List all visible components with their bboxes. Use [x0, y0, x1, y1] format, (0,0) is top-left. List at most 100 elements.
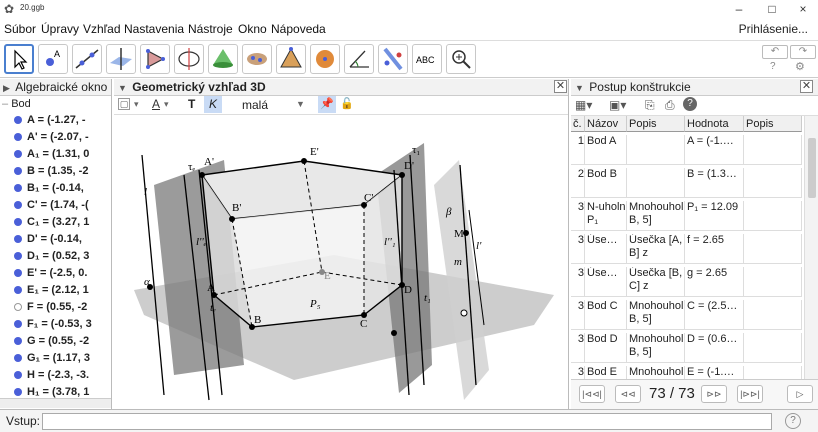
point-b-prime[interactable] [229, 216, 235, 222]
visibility-toggle-icon[interactable] [14, 269, 22, 278]
algebra-item[interactable]: A = (-1.27, - [4, 114, 111, 130]
protocol-scrollbar[interactable] [804, 116, 818, 379]
close-window-button[interactable]: × [788, 0, 818, 18]
collapse-triangle-icon[interactable]: ▶ [3, 83, 10, 93]
collapse-triangle-icon[interactable]: ▼ [575, 83, 584, 93]
protocol-header[interactable]: ▼ Postup konštrukcie [571, 79, 818, 96]
dropdown-arrow-icon[interactable]: ▼ [296, 99, 305, 109]
visibility-toggle-icon[interactable] [14, 184, 22, 193]
zoom-tool-button[interactable] [446, 44, 476, 74]
table-row[interactable]: 3 Bod D Mnohouhol B, 5] D = (0.6… [571, 330, 802, 363]
point-tool-button[interactable]: A [38, 44, 68, 74]
algebra-item[interactable]: F₁ = (-0.53, 3 [4, 318, 111, 334]
point-f[interactable] [460, 309, 468, 317]
menu-file[interactable]: Súbor [4, 22, 36, 36]
point-d-prime[interactable] [399, 172, 405, 178]
col-header-value[interactable]: Hodnota [685, 116, 744, 132]
col-header-name[interactable]: Názov [585, 116, 627, 132]
table-row[interactable]: 3 N-uholn P₁ Mnohouhol B, 5] P₁ = 12.09 [571, 198, 802, 231]
menu-settings[interactable]: Nastavenia [124, 22, 184, 36]
algebra-item[interactable]: B = (1.35, -2 [4, 165, 111, 181]
visibility-toggle-icon[interactable] [14, 371, 22, 380]
print-icon[interactable]: ⎙ [665, 98, 675, 113]
reflect-tool-button[interactable] [378, 44, 408, 74]
algebra-header[interactable]: ▶ Algebraické okno [0, 79, 111, 96]
visibility-toggle-icon[interactable] [14, 286, 22, 295]
sphere-tool-button[interactable] [310, 44, 340, 74]
help-icon[interactable]: ? [770, 61, 776, 72]
visibility-toggle-icon[interactable] [14, 167, 22, 176]
visibility-toggle-icon[interactable] [14, 218, 22, 227]
graphics-3d-view[interactable]: ▼ Geometrický vzhľad 3D ✕ ▢ ▾ A ▾ T K ma… [114, 79, 569, 409]
visibility-toggle-icon[interactable] [14, 354, 22, 363]
algebra-item[interactable]: E' = (-2.5, 0. [4, 267, 111, 283]
conic-tool-button[interactable] [242, 44, 272, 74]
algebra-item[interactable]: D' = (-0.14, [4, 233, 111, 249]
previous-step-button[interactable]: ⊲⊲ [615, 385, 641, 403]
next-step-button[interactable]: ⊳⊳ [701, 385, 727, 403]
sign-in-link[interactable]: Prihlásenie... [739, 22, 808, 36]
algebra-item[interactable]: E₁ = (2.12, 1 [4, 284, 111, 300]
visibility-toggle-icon[interactable] [14, 133, 22, 142]
visibility-toggle-icon[interactable] [14, 320, 22, 329]
italic-button[interactable]: K [204, 96, 222, 113]
algebra-item[interactable]: G₁ = (1.17, 3 [4, 352, 111, 368]
text-tool-button[interactable]: ABC [412, 44, 442, 74]
menu-edit[interactable]: Úpravy [41, 22, 79, 36]
algebra-item[interactable]: H = (-2.3, -3. [4, 369, 111, 385]
visibility-toggle-icon[interactable] [14, 303, 22, 312]
close-protocol-button[interactable]: ✕ [800, 80, 813, 93]
dropdown-arrow-icon[interactable]: ▾ [164, 99, 169, 110]
table-row[interactable]: 2 Bod B B = (1.3… [571, 165, 802, 198]
table-row[interactable]: 3 Úse… Úsečka [A, B] zf = 2.65 [571, 231, 802, 264]
pyramid-tool-button[interactable] [276, 44, 306, 74]
visibility-toggle-icon[interactable] [14, 252, 22, 261]
menu-tools[interactable]: Nástroje [188, 22, 233, 36]
visibility-toggle-icon[interactable] [14, 388, 22, 397]
col-header-n[interactable]: č. [571, 116, 585, 132]
point-e-prime[interactable] [301, 158, 307, 164]
collapse-triangle-icon[interactable]: ▼ [118, 83, 127, 93]
gear-icon[interactable]: ⚙ [795, 60, 805, 73]
visibility-toggle-icon[interactable] [14, 116, 22, 125]
menu-window[interactable]: Okno [238, 22, 267, 36]
col-header-desc[interactable]: Popis [627, 116, 685, 132]
algebra-item[interactable]: G = (0.55, -2 [4, 335, 111, 351]
visibility-toggle-icon[interactable] [14, 337, 22, 346]
algebra-item[interactable]: A₁ = (1.31, 0 [4, 148, 111, 164]
options-icon[interactable]: ▣▾ [609, 98, 626, 112]
play-button[interactable]: ▷ [787, 385, 813, 403]
input-field[interactable] [42, 413, 772, 430]
redo-button[interactable]: ↷ [790, 45, 816, 59]
menu-view[interactable]: Vzhľad [83, 22, 121, 36]
last-step-button[interactable]: |⊳⊳| [737, 385, 763, 403]
angle-tool-button[interactable] [344, 44, 374, 74]
scene-canvas[interactable]: τₑ A' B' E' C' D' τ₁ A B C D E P₅ α β M … [114, 115, 569, 409]
bold-button[interactable]: T [188, 97, 195, 111]
dropdown-arrow-icon[interactable]: ▾ [134, 99, 139, 110]
algebra-item[interactable]: A' = (-2.07, - [4, 131, 111, 147]
point-m[interactable] [463, 230, 469, 236]
table-row[interactable]: 1 Bod A A = (-1.… [571, 132, 802, 165]
pin-icon[interactable]: 📌 [318, 96, 336, 113]
polygon-tool-button[interactable] [140, 44, 170, 74]
table-row[interactable]: 3 Úse… Úsečka [B, C] zg = 2.65 [571, 264, 802, 297]
circle-tool-button[interactable] [174, 44, 204, 74]
algebra-item[interactable]: C₁ = (3.27, 1 [4, 216, 111, 232]
col-header-caption[interactable]: Popis [744, 116, 802, 132]
grid-toggle-icon[interactable]: ▢ [118, 98, 130, 110]
table-row[interactable]: 3 Bod C Mnohouhol B, 5] C = (2.5… [571, 297, 802, 330]
visibility-toggle-icon[interactable] [14, 235, 22, 244]
maximize-button[interactable]: □ [757, 0, 787, 18]
text-size-select[interactable]: malá [242, 98, 268, 112]
minimize-button[interactable]: – [724, 0, 754, 18]
input-help-icon[interactable]: ? [785, 413, 801, 429]
columns-icon[interactable]: ▦▾ [575, 98, 592, 112]
intersect-tool-button[interactable] [208, 44, 238, 74]
algebra-item[interactable]: F = (0.55, -2 [4, 301, 111, 317]
algebra-scrollbar[interactable] [0, 398, 111, 408]
algebra-item[interactable]: D₁ = (0.52, 3 [4, 250, 111, 266]
close-view3d-button[interactable]: ✕ [554, 80, 567, 93]
view3d-header[interactable]: ▼ Geometrický vzhľad 3D [114, 79, 568, 96]
algebra-group-label[interactable]: – Bod [2, 98, 31, 110]
